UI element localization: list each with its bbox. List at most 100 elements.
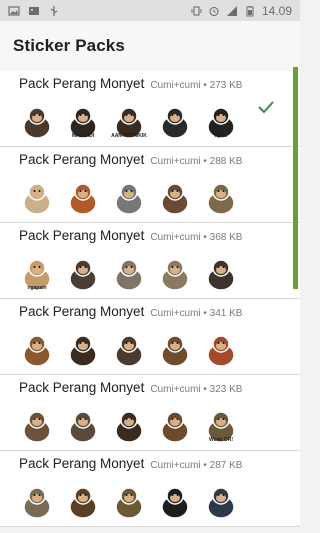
sticker-pack-row[interactable]: Pack Perang Monyet Cumi+cumi • 273 KB MAS … xyxy=(0,71,300,147)
pack-header: Pack Perang Monyet Cumi+cumi • 368 KB xyxy=(19,228,300,246)
monkey-sticker-icon xyxy=(115,411,143,443)
pack-name: Pack Perang Monyet xyxy=(19,380,145,395)
sticker-thumbnails: ngapain xyxy=(19,257,300,291)
sticker-thumbnail xyxy=(157,333,193,367)
sticker-thumbnail xyxy=(19,485,55,519)
sticker-thumbnail: ngapain xyxy=(19,257,55,291)
sticker-thumbnail xyxy=(19,181,55,215)
monkey-sticker-icon xyxy=(207,487,235,519)
monkey-sticker-icon xyxy=(115,487,143,519)
sticker-pack-list[interactable]: Pack Perang Monyet Cumi+cumi • 273 KB MAS … xyxy=(0,71,300,533)
sticker-pack-row[interactable]: Pack Perang Monyet Cumi+cumi • 288 KB xyxy=(0,147,300,223)
clock: 14.09 xyxy=(261,3,292,18)
monkey-sticker-icon xyxy=(207,335,235,367)
pack-header: Pack Perang Monyet Cumi+cumi • 323 KB xyxy=(19,380,300,398)
sticker-thumbnails: Woah OR! xyxy=(19,409,300,443)
pack-meta: Cumi+cumi • 368 KB xyxy=(150,232,243,243)
monkey-sticker-icon xyxy=(69,487,97,519)
sticker-caption: AAN PROMKIK xyxy=(111,133,147,139)
monkey-sticker-icon xyxy=(115,259,143,291)
sticker-thumbnail xyxy=(111,485,147,519)
sticker-thumbnails xyxy=(19,181,300,215)
scrollbar[interactable] xyxy=(293,67,298,289)
sticker-thumbnail xyxy=(157,181,193,215)
vibrate-icon xyxy=(190,5,202,17)
alarm-icon xyxy=(208,5,220,17)
page-title: Sticker Packs xyxy=(13,36,125,55)
sticker-thumbnails xyxy=(19,333,300,367)
sticker-caption: nya... xyxy=(214,133,228,139)
sticker-pack-row[interactable]: Pack Perang Monyet Cumi+cumi • 341 KB xyxy=(0,299,300,375)
sticker-thumbnail xyxy=(111,257,147,291)
sticker-thumbnail xyxy=(19,105,55,139)
monkey-sticker-icon xyxy=(23,411,51,443)
sticker-thumbnail xyxy=(19,333,55,367)
pack-name: Pack Perang Monyet xyxy=(19,152,145,167)
pack-header: Pack Perang Monyet Cumi+cumi • 273 KB xyxy=(19,76,300,94)
monkey-sticker-icon xyxy=(115,335,143,367)
sticker-thumbnails xyxy=(19,485,300,519)
pack-meta: Cumi+cumi • 287 KB xyxy=(150,460,243,471)
pack-header: Pack Perang Monyet Cumi+cumi • 288 KB xyxy=(19,152,300,170)
sticker-thumbnail xyxy=(203,333,239,367)
sticker-thumbnail xyxy=(203,485,239,519)
sticker-thumbnail xyxy=(65,257,101,291)
sticker-thumbnail xyxy=(65,333,101,367)
monkey-sticker-icon xyxy=(69,411,97,443)
monkey-sticker-icon xyxy=(23,183,51,215)
monkey-sticker-icon xyxy=(69,183,97,215)
status-bar: 14.09 xyxy=(0,0,300,21)
monkey-sticker-icon xyxy=(23,107,51,139)
selected-check-icon xyxy=(256,97,276,117)
sticker-thumbnail xyxy=(157,409,193,443)
monkey-sticker-icon xyxy=(23,487,51,519)
sticker-thumbnail xyxy=(157,257,193,291)
sticker-thumbnail xyxy=(157,105,193,139)
monkey-sticker-icon xyxy=(207,183,235,215)
sticker-caption: ngapain xyxy=(27,285,47,291)
pack-meta: Cumi+cumi • 273 KB xyxy=(150,80,243,91)
sticker-thumbnail xyxy=(111,333,147,367)
monkey-sticker-icon xyxy=(161,107,189,139)
sticker-thumbnail xyxy=(203,181,239,215)
sticker-thumbnail: nya... xyxy=(203,105,239,139)
pack-meta: Cumi+cumi • 323 KB xyxy=(150,384,243,395)
monkey-sticker-icon xyxy=(161,487,189,519)
app-bar: Sticker Packs xyxy=(0,21,300,71)
pack-name: Pack Perang Monyet xyxy=(19,76,145,91)
sticker-thumbnail: AAN PROMKIK xyxy=(111,105,147,139)
sticker-thumbnail xyxy=(65,181,101,215)
sticker-pack-row[interactable]: Pack Perang Monyet Cumi+cumi • 323 KB Woah… xyxy=(0,375,300,451)
pack-meta: Cumi+cumi • 341 KB xyxy=(150,308,243,319)
battery-icon xyxy=(244,5,256,17)
pack-name: Pack Perang Monyet xyxy=(19,304,145,319)
sticker-thumbnail: MAS SIDI xyxy=(65,105,101,139)
image-notification-icon xyxy=(8,5,20,17)
signal-icon xyxy=(226,5,238,17)
sticker-pack-row[interactable]: Pack Perang Monyet Cumi+cumi • 287 KB xyxy=(0,451,300,527)
monkey-sticker-icon xyxy=(69,259,97,291)
monkey-sticker-icon xyxy=(69,335,97,367)
photo-notification-icon xyxy=(28,5,40,17)
monkey-sticker-icon xyxy=(161,259,189,291)
sticker-thumbnail xyxy=(19,409,55,443)
monkey-sticker-icon xyxy=(161,335,189,367)
sticker-caption: MAS SIDI xyxy=(71,133,95,139)
pack-header: Pack Perang Monyet Cumi+cumi • 341 KB xyxy=(19,304,300,322)
sticker-thumbnail xyxy=(111,181,147,215)
monkey-sticker-icon xyxy=(161,183,189,215)
pack-name: Pack Perang Monyet xyxy=(19,228,145,243)
sticker-thumbnail: Woah OR! xyxy=(203,409,239,443)
pack-name: Pack Perang Monyet xyxy=(19,456,145,471)
sticker-pack-row[interactable]: Pack Perang Monyet Cumi+cumi • 368 KB ngap… xyxy=(0,223,300,299)
sticker-thumbnail xyxy=(203,257,239,291)
sticker-thumbnail xyxy=(157,485,193,519)
pack-header: Pack Perang Monyet Cumi+cumi • 287 KB xyxy=(19,456,300,474)
monkey-sticker-icon xyxy=(115,183,143,215)
sticker-thumbnail xyxy=(111,409,147,443)
monkey-sticker-icon xyxy=(207,259,235,291)
sticker-thumbnail xyxy=(65,485,101,519)
pack-meta: Cumi+cumi • 288 KB xyxy=(150,156,243,167)
monkey-sticker-icon xyxy=(161,411,189,443)
sticker-caption: Woah OR! xyxy=(208,437,234,443)
